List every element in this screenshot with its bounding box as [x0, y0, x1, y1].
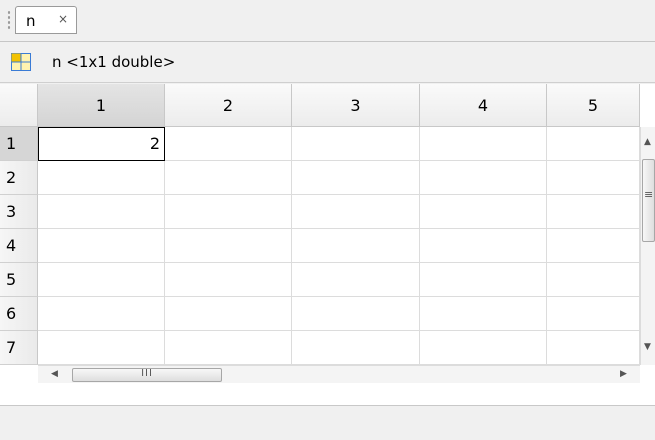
column-headers: 1 2 3 4 5: [0, 84, 640, 127]
tab-strip: n ×: [0, 0, 655, 42]
horizontal-scroll-thumb[interactable]: III: [72, 368, 222, 382]
grid-cell[interactable]: [292, 229, 420, 263]
variable-name-label: n <1x1 double>: [52, 53, 176, 71]
grid-cell[interactable]: [38, 161, 165, 195]
grid-cell[interactable]: [292, 331, 420, 365]
row-header[interactable]: 5: [0, 263, 38, 297]
row-header[interactable]: 7: [0, 331, 38, 365]
row-header[interactable]: 1: [0, 127, 38, 161]
grid-cell[interactable]: [165, 127, 292, 161]
variable-info-bar: n <1x1 double>: [0, 43, 655, 83]
grid-cell[interactable]: [292, 127, 420, 161]
variable-editor-grid: 1 2 3 4 5 1 2 3 4 5 6 7 2 ▲ ≡ ▼ ◀ III ▶: [0, 84, 655, 406]
tab-label: n: [26, 12, 36, 30]
grid-cell[interactable]: [165, 331, 292, 365]
grid-cell[interactable]: [165, 195, 292, 229]
scroll-down-arrow-icon[interactable]: ▼: [644, 342, 651, 352]
grid-cell[interactable]: [292, 263, 420, 297]
grid-cell[interactable]: [420, 263, 547, 297]
grid-cell[interactable]: [165, 297, 292, 331]
scroll-left-arrow-icon[interactable]: ◀: [51, 369, 58, 379]
drag-grip-icon[interactable]: [7, 10, 11, 30]
row-header[interactable]: 2: [0, 161, 38, 195]
row-header[interactable]: 4: [0, 229, 38, 263]
row-header[interactable]: 6: [0, 297, 38, 331]
grid-cell[interactable]: [547, 297, 640, 331]
grid-cell[interactable]: [547, 127, 640, 161]
grip-icon: ≡: [644, 188, 654, 201]
grid-cell[interactable]: [547, 195, 640, 229]
grid-corner[interactable]: [0, 84, 38, 127]
grid-cell[interactable]: [292, 297, 420, 331]
scroll-up-arrow-icon[interactable]: ▲: [644, 137, 651, 147]
grip-icon: III: [141, 368, 153, 379]
column-header[interactable]: 4: [420, 84, 547, 127]
grid-cell[interactable]: [547, 331, 640, 365]
scroll-right-arrow-icon[interactable]: ▶: [620, 369, 627, 379]
grid-cell[interactable]: [420, 127, 547, 161]
column-header[interactable]: 3: [292, 84, 420, 127]
column-header[interactable]: 5: [547, 84, 640, 127]
vertical-scrollbar[interactable]: ▲ ≡ ▼: [640, 127, 655, 365]
grid-cell[interactable]: [547, 161, 640, 195]
grid-cell[interactable]: [38, 297, 165, 331]
grid-cell[interactable]: [420, 161, 547, 195]
column-header[interactable]: 2: [165, 84, 292, 127]
horizontal-scrollbar[interactable]: ◀ III ▶: [38, 365, 640, 383]
grid-cell[interactable]: [420, 297, 547, 331]
grid-cell[interactable]: [38, 263, 165, 297]
row-header[interactable]: 3: [0, 195, 38, 229]
grid-cell[interactable]: [292, 161, 420, 195]
grid-cell[interactable]: [38, 229, 165, 263]
grid-cell[interactable]: [165, 161, 292, 195]
vertical-scroll-thumb[interactable]: ≡: [642, 159, 655, 242]
grid-cell[interactable]: [420, 229, 547, 263]
grid-cell[interactable]: [420, 195, 547, 229]
tab-n[interactable]: n ×: [15, 6, 77, 34]
grid-cell-selected[interactable]: 2: [38, 127, 165, 161]
grid-cell[interactable]: [38, 195, 165, 229]
grid-cell[interactable]: [420, 331, 547, 365]
status-bar: [0, 407, 655, 440]
grid-cell[interactable]: [547, 263, 640, 297]
grid-cell[interactable]: [38, 331, 165, 365]
grid-cell[interactable]: [292, 195, 420, 229]
grid-cell[interactable]: [165, 229, 292, 263]
close-icon[interactable]: ×: [58, 12, 68, 26]
grid-cell[interactable]: [165, 263, 292, 297]
grid-cell[interactable]: [547, 229, 640, 263]
column-header[interactable]: 1: [38, 84, 165, 127]
table-grid-icon: [11, 53, 31, 71]
